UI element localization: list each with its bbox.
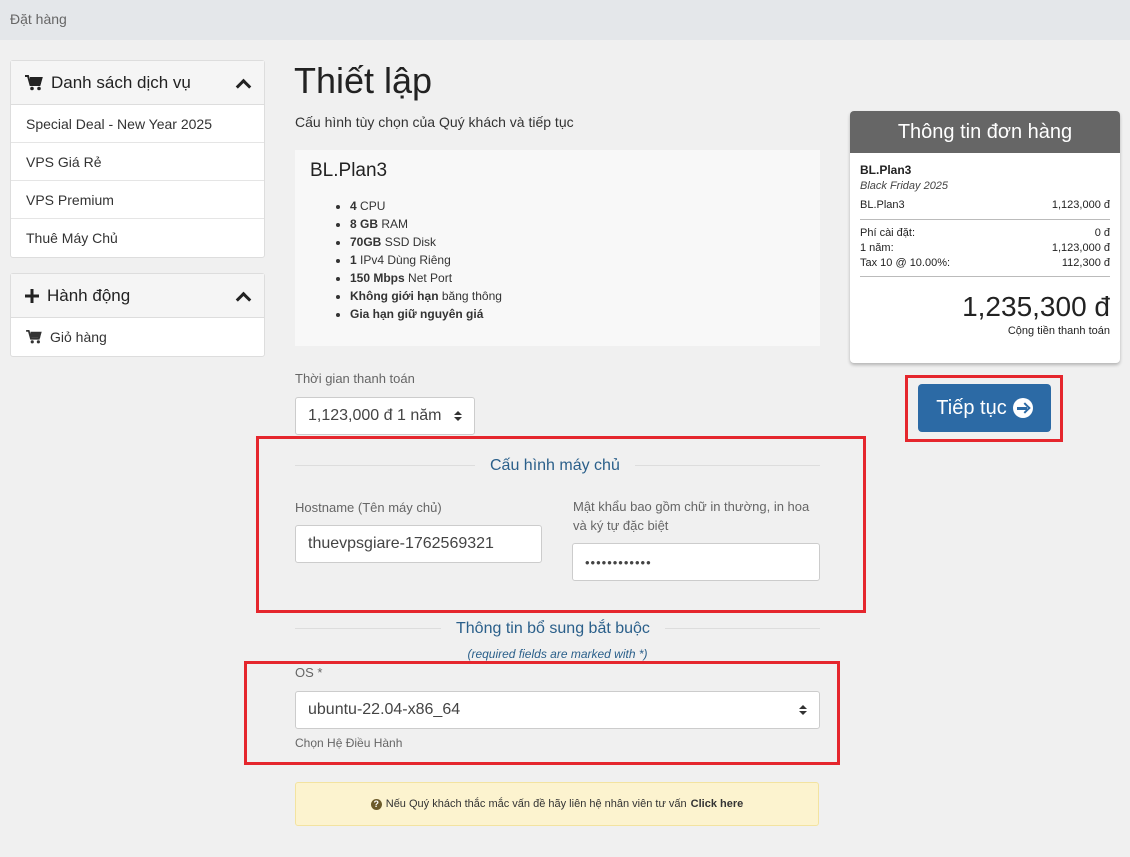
divider: [860, 219, 1110, 220]
summary-product-group: Black Friday 2025: [860, 180, 949, 192]
help-notice: ? Nếu Quý khách thắc mắc vấn đề hãy liên…: [295, 782, 819, 826]
sidebar-item-label: VPS Giá Rẻ: [26, 153, 102, 170]
sidebar-item-label: Special Deal - New Year 2025: [26, 115, 213, 132]
cart-icon: [26, 330, 42, 344]
tax-label: Tax 10 @ 10.00%:: [860, 257, 951, 269]
plus-icon: [25, 288, 39, 303]
setup-fee-value: 0 đ: [1094, 227, 1110, 239]
page-title: Thiết lập: [294, 60, 433, 101]
sidebar-item-vps-premium[interactable]: VPS Premium: [11, 181, 264, 219]
chevron-up-icon[interactable]: [236, 289, 250, 303]
sort-icon: [454, 411, 462, 421]
sidebar-item-special-deal[interactable]: Special Deal - New Year 2025: [11, 105, 264, 143]
total-amount: 1,235,300 đ: [962, 291, 1110, 322]
sidebar-item-label: Thuê Máy Chủ: [26, 230, 118, 246]
line-item-label: BL.Plan3: [860, 199, 905, 211]
cart-icon: [25, 74, 43, 90]
highlight-box: [256, 436, 866, 613]
setup-fee-label: Phí cài đặt:: [860, 227, 916, 239]
term-value: 1,123,000 đ: [1051, 242, 1110, 254]
divider: [860, 276, 1110, 277]
feature-item: 1 IPv4 Dùng Riêng: [350, 251, 805, 269]
breadcrumb: Đặt hàng: [0, 0, 1130, 40]
required-fields-note: (required fields are marked with *): [467, 647, 648, 661]
highlight-box: [905, 375, 1063, 442]
summary-term: 1 năm: 1,123,000 đ: [860, 242, 1110, 254]
product-details: BL.Plan3 4 CPU 8 GB RAM 70GB SSD Disk 1 …: [295, 150, 820, 346]
feature-item: Gia hạn giữ nguyên giá: [350, 305, 805, 323]
services-panel-header[interactable]: Danh sách dịch vụ: [11, 61, 264, 105]
sidebar-item-thue-may-chu[interactable]: Thuê Máy Chủ: [11, 219, 264, 257]
feature-item: Không giới hạn băng thông: [350, 287, 805, 305]
actions-panel: Hành động Giỏ hàng: [10, 273, 265, 357]
breadcrumb-item[interactable]: Đặt hàng: [10, 11, 67, 27]
help-link[interactable]: Click here: [691, 798, 744, 810]
summary-line-item: BL.Plan3 1,123,000 đ: [860, 199, 1110, 211]
page-subtitle: Cấu hình tùy chọn của Quý khách và tiếp …: [295, 114, 574, 130]
order-summary-title: Thông tin đơn hàng: [850, 111, 1120, 153]
sidebar-item-cart[interactable]: Giỏ hàng: [11, 318, 264, 356]
billing-cycle-value: 1,123,000 đ 1 năm: [308, 407, 442, 424]
billing-cycle-label: Thời gian thanh toán: [295, 371, 415, 386]
services-panel: Danh sách dịch vụ Special Deal - New Yea…: [10, 60, 265, 258]
summary-product-name: BL.Plan3: [860, 163, 912, 177]
line-item-value: 1,123,000 đ: [1051, 199, 1110, 211]
product-name: BL.Plan3: [310, 160, 388, 181]
summary-tax: Tax 10 @ 10.00%: 112,300 đ: [860, 257, 1110, 269]
highlight-box: [244, 661, 840, 765]
actions-panel-header[interactable]: Hành động: [11, 274, 264, 318]
feature-item: 150 Mbps Net Port: [350, 269, 805, 287]
sidebar-item-label: Giỏ hàng: [50, 329, 107, 345]
billing-cycle-select[interactable]: 1,123,000 đ 1 năm: [295, 397, 475, 435]
chevron-up-icon[interactable]: [236, 76, 250, 90]
feature-item: 70GB SSD Disk: [350, 233, 805, 251]
actions-panel-title: Hành động: [47, 285, 131, 305]
order-summary: Thông tin đơn hàng BL.Plan3 Black Friday…: [850, 111, 1120, 363]
services-panel-title: Danh sách dịch vụ: [51, 72, 191, 92]
tax-value: 112,300 đ: [1061, 257, 1110, 269]
feature-item: 8 GB RAM: [350, 215, 805, 233]
question-circle-icon: ?: [370, 798, 382, 810]
additional-info-title: Thông tin bổ sung bắt buộc: [441, 620, 665, 638]
term-label: 1 năm:: [860, 242, 894, 254]
feature-list: 4 CPU 8 GB RAM 70GB SSD Disk 1 IPv4 Dùng…: [350, 197, 805, 323]
sidebar-item-vps-gia-re[interactable]: VPS Giá Rẻ: [11, 143, 264, 181]
total-label: Cộng tiền thanh toán: [1007, 325, 1110, 337]
help-notice-text: Nếu Quý khách thắc mắc vấn đề hãy liên h…: [385, 798, 687, 810]
sidebar-item-label: VPS Premium: [26, 191, 114, 208]
feature-item: 4 CPU: [350, 197, 805, 215]
summary-setup-fee: Phí cài đặt: 0 đ: [860, 227, 1110, 239]
